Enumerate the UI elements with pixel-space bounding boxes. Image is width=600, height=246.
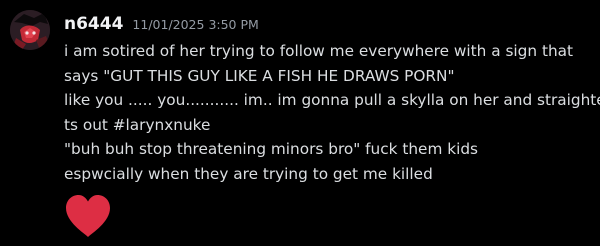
message-header: n6444 11/01/2025 3:50 PM <box>64 14 259 36</box>
message-line: espwcially when they are trying to get m… <box>64 164 433 183</box>
heart-emoji <box>66 195 110 237</box>
username[interactable]: n6444 <box>64 14 123 34</box>
avatar-image <box>10 10 50 50</box>
message-timestamp: 11/01/2025 3:50 PM <box>132 17 259 32</box>
message-line: "buh buh stop threatening minors bro" fu… <box>64 140 479 158</box>
heart-icon[interactable] <box>63 193 113 239</box>
user-avatar[interactable] <box>10 10 50 50</box>
message-line: says "GUT THIS GUY LIKE A FISH HE DRAWS … <box>64 66 455 85</box>
message-line: like you ..... you........... im.. im go… <box>64 91 600 109</box>
chat-message: n6444 11/01/2025 3:50 PM i am sotired of… <box>0 0 600 246</box>
message-content: i am sotired of her trying to follow me … <box>64 39 600 186</box>
message-line: ts out #larynxnuke <box>64 115 211 134</box>
message-line: i am sotired of her trying to follow me … <box>64 42 574 60</box>
